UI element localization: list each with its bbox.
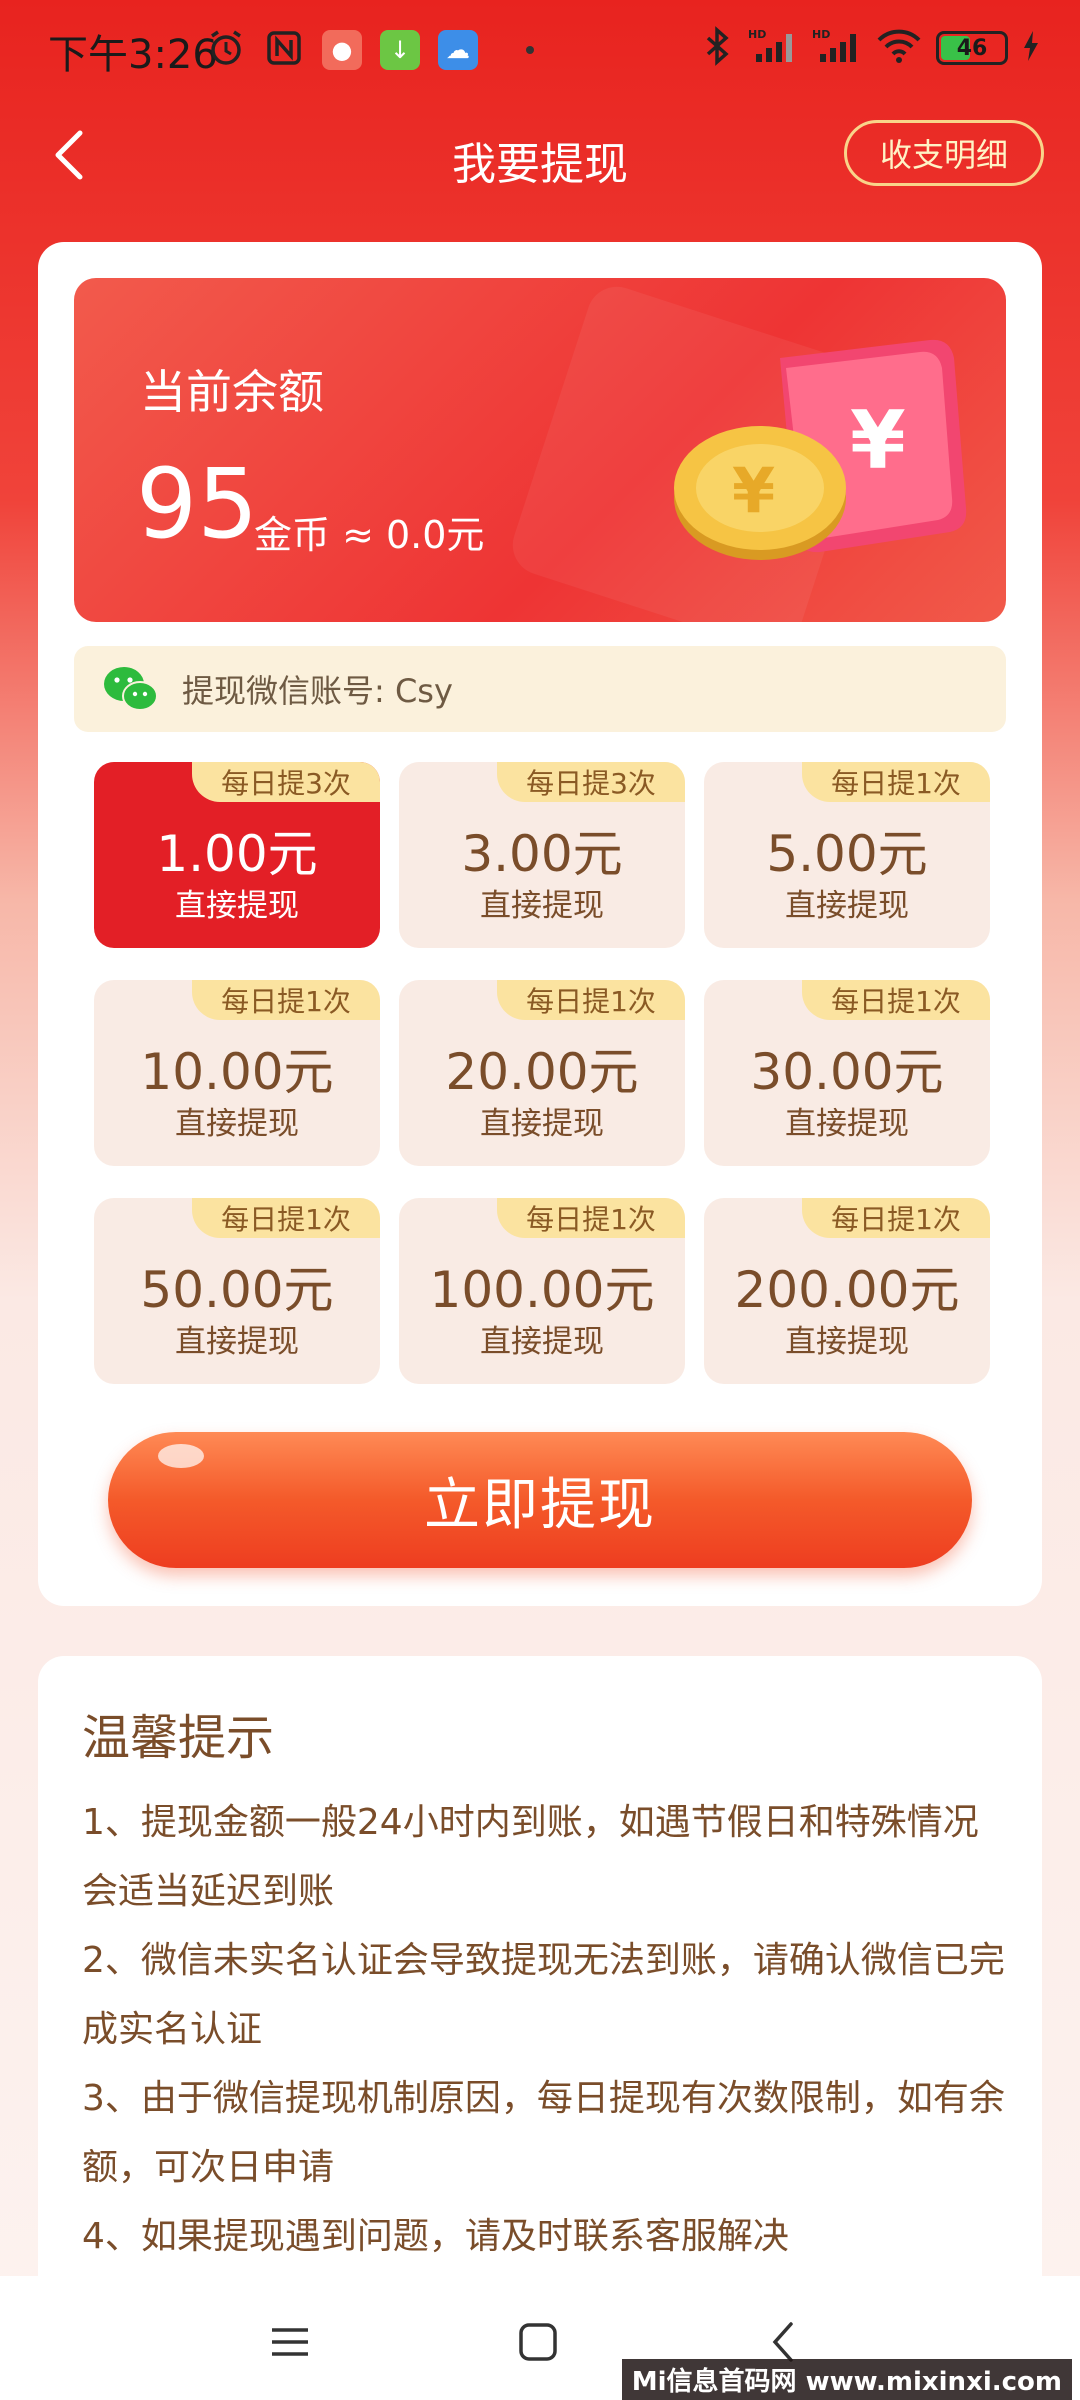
- daily-limit-badge: 每日提1次: [192, 1198, 380, 1238]
- bluetooth-icon: [700, 26, 734, 70]
- cloud-icon: ☁: [438, 30, 478, 70]
- download-icon: ↓: [380, 30, 420, 70]
- amount-option[interactable]: 每日提1次 20.00元 直接提现: [399, 980, 685, 1166]
- status-bar: 下午3:26 ● ↓ ☁ HD HD 46: [0, 0, 1080, 100]
- wechat-icon: [104, 667, 158, 711]
- income-detail-button[interactable]: 收支明细: [844, 120, 1044, 186]
- amount-subtitle: 直接提现: [175, 888, 299, 924]
- withdraw-card: 当前余额 95 金币 ≈ 0.0元 ¥ ¥ 提现微信账号: Csy 每日提3次 …: [38, 242, 1042, 1606]
- app-header: 我要提现 收支明细: [0, 100, 1080, 210]
- signal-icon-1: HD: [748, 26, 798, 70]
- amount-value: 1.00元: [156, 825, 318, 883]
- system-nav-bar: Mi信息首码网 www.mixinxi.com: [0, 2276, 1080, 2400]
- wifi-icon: [876, 26, 922, 70]
- amount-option[interactable]: 每日提1次 30.00元 直接提现: [704, 980, 990, 1166]
- tips-card: 温馨提示 1、提现金额一般24小时内到账，如遇节假日和特殊情况会适当延迟到账 2…: [38, 1656, 1042, 2276]
- amount-option[interactable]: 每日提1次 10.00元 直接提现: [94, 980, 380, 1166]
- daily-limit-badge: 每日提1次: [497, 980, 685, 1020]
- battery-icon: 46: [936, 31, 1008, 65]
- daily-limit-badge: 每日提3次: [497, 762, 685, 802]
- amount-value: 30.00元: [750, 1043, 944, 1101]
- svg-text:¥: ¥: [850, 394, 906, 487]
- amount-subtitle: 直接提现: [785, 1324, 909, 1360]
- back-icon: [772, 2322, 793, 2362]
- svg-text:HD: HD: [748, 28, 766, 41]
- amount-subtitle: 直接提现: [175, 1324, 299, 1360]
- amount-subtitle: 直接提现: [480, 888, 604, 924]
- notification-icons: ● ↓ ☁: [206, 28, 534, 72]
- battery-level: 46: [956, 35, 988, 61]
- amount-subtitle: 直接提现: [785, 1106, 909, 1142]
- charging-icon: [1022, 29, 1040, 67]
- amount-option[interactable]: 每日提1次 5.00元 直接提现: [704, 762, 990, 948]
- home-icon: [519, 2323, 557, 2361]
- daily-limit-badge: 每日提1次: [192, 980, 380, 1020]
- amount-subtitle: 直接提现: [480, 1106, 604, 1142]
- wechat-account-row: 提现微信账号: Csy: [74, 646, 1006, 732]
- home-button[interactable]: [508, 2312, 568, 2372]
- menu-icon: [272, 2328, 308, 2356]
- more-notifications-dot: [526, 46, 534, 54]
- balance-unit: 金币 ≈ 0.0元: [254, 513, 485, 557]
- system-status-icons: HD HD 46: [700, 26, 1040, 70]
- status-time: 下午3:26: [48, 32, 218, 78]
- daily-limit-badge: 每日提3次: [192, 762, 380, 802]
- site-watermark: Mi信息首码网 www.mixinxi.com: [621, 2359, 1072, 2400]
- tip-item: 1、提现金额一般24小时内到账，如遇节假日和特殊情况会适当延迟到账: [82, 1802, 979, 1912]
- daily-limit-badge: 每日提1次: [802, 980, 990, 1020]
- amount-option[interactable]: 每日提1次 200.00元 直接提现: [704, 1198, 990, 1384]
- amount-value: 5.00元: [766, 825, 928, 883]
- amount-option[interactable]: 每日提3次 1.00元 直接提现: [94, 762, 380, 948]
- tips-list: 1、提现金额一般24小时内到账，如遇节假日和特殊情况会适当延迟到账 2、微信未实…: [82, 1788, 1012, 2271]
- balance-amount: 95: [136, 448, 259, 560]
- amount-value: 3.00元: [461, 825, 623, 883]
- menu-button[interactable]: [260, 2312, 320, 2372]
- tip-item: 2、微信未实名认证会导致提现无法到账，请确认微信已完成实名认证: [82, 1940, 1005, 2050]
- daily-limit-badge: 每日提1次: [802, 762, 990, 802]
- amount-subtitle: 直接提现: [480, 1324, 604, 1360]
- signal-icon-2: HD: [812, 26, 862, 70]
- coin-ticket-illustration: ¥ ¥: [674, 339, 967, 560]
- tip-item: 3、由于微信提现机制原因，每日提现有次数限制，如有余额，可次日申请: [82, 2078, 1005, 2188]
- withdraw-now-button[interactable]: 立即提现: [108, 1432, 972, 1568]
- wechat-account-text: 提现微信账号: Csy: [182, 672, 453, 710]
- amount-option[interactable]: 每日提1次 50.00元 直接提现: [94, 1198, 380, 1384]
- tip-item: 4、如果提现遇到问题，请及时联系客服解决: [82, 2216, 789, 2257]
- alarm-icon: [206, 28, 246, 72]
- withdraw-now-label: 立即提现: [424, 1472, 656, 1538]
- amount-option[interactable]: 每日提1次 100.00元 直接提现: [399, 1198, 685, 1384]
- balance-label: 当前余额: [140, 365, 324, 419]
- balance-panel: 当前余额 95 金币 ≈ 0.0元 ¥ ¥: [74, 278, 1006, 622]
- amount-option[interactable]: 每日提3次 3.00元 直接提现: [399, 762, 685, 948]
- amount-subtitle: 直接提现: [785, 888, 909, 924]
- amount-value: 20.00元: [445, 1043, 639, 1101]
- daily-limit-badge: 每日提1次: [802, 1198, 990, 1238]
- daily-limit-badge: 每日提1次: [497, 1198, 685, 1238]
- amount-value: 50.00元: [140, 1261, 334, 1319]
- svg-text:HD: HD: [812, 28, 830, 41]
- amount-value: 200.00元: [734, 1261, 960, 1319]
- svg-text:¥: ¥: [732, 454, 775, 527]
- amount-value: 10.00元: [140, 1043, 334, 1101]
- amount-subtitle: 直接提现: [175, 1106, 299, 1142]
- amount-value: 100.00元: [429, 1261, 655, 1319]
- nfc-icon: [264, 28, 304, 72]
- tips-title: 温馨提示: [82, 1710, 275, 1766]
- app-notification-icon: ●: [322, 30, 362, 70]
